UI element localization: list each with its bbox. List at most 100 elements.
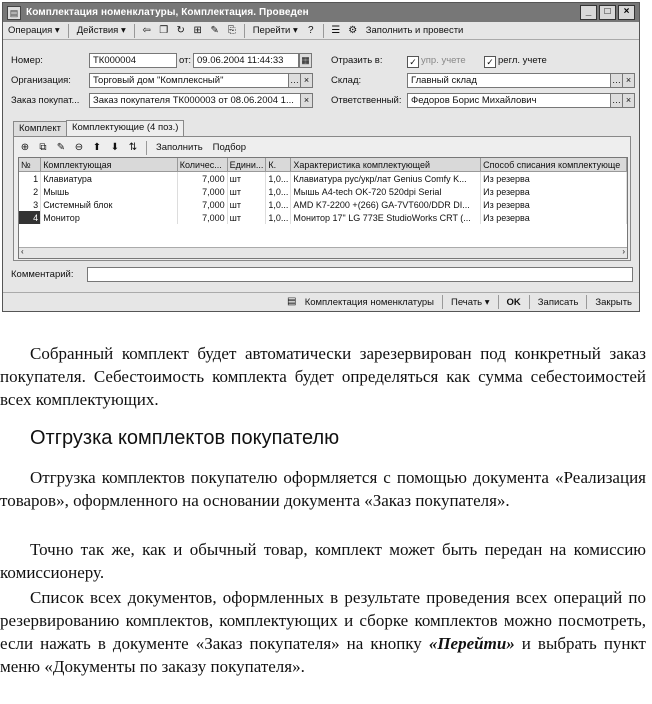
back-arrow-icon[interactable]: ⇦ bbox=[140, 24, 154, 38]
print-menu[interactable]: Печать ▾ bbox=[448, 295, 493, 310]
component-cell[interactable]: Монитор bbox=[40, 211, 178, 224]
unit-cell[interactable]: шт bbox=[227, 185, 267, 198]
characteristic-cell[interactable]: AMD K7-2200 +(266) GA-7VT600/DDR DI... bbox=[290, 198, 482, 211]
unit-cell[interactable]: шт bbox=[227, 198, 267, 211]
regl-checkbox[interactable]: ✓ bbox=[484, 56, 496, 68]
column-header[interactable]: К. bbox=[265, 158, 292, 172]
column-header[interactable]: Характеристика комплектующей bbox=[290, 158, 482, 172]
document-list-icon[interactable]: ☰ bbox=[329, 24, 343, 38]
tab-components[interactable]: Комплектующие (4 поз.) bbox=[65, 120, 185, 136]
column-header[interactable]: № bbox=[19, 158, 42, 172]
goto-button-reference: «Перейти» bbox=[428, 634, 515, 653]
clear-icon[interactable]: × bbox=[622, 73, 635, 88]
warehouse-field[interactable]: Главный склад bbox=[407, 73, 611, 88]
coefficient-cell[interactable]: 1,0... bbox=[265, 171, 292, 185]
components-panel: ⊕ ⧉ ✎ ⊖ ⬆ ⬇ ⇅ Заполнить Подбор № Комплек… bbox=[13, 136, 631, 261]
ok-button[interactable]: OK bbox=[504, 295, 524, 310]
unit-cell[interactable]: шт bbox=[227, 171, 267, 185]
close-window-button[interactable]: × bbox=[618, 5, 635, 20]
column-header[interactable]: Комплектующая bbox=[40, 158, 178, 172]
component-cell[interactable]: Мышь bbox=[40, 185, 178, 198]
window-title: Комплектация номенклатуры, Комплектация.… bbox=[26, 7, 309, 18]
number-field[interactable]: ТК000004 bbox=[89, 53, 177, 68]
toolbar-divider bbox=[67, 23, 69, 38]
characteristic-cell[interactable]: Клавиатура рус/укр/лат Genius Comfy K... bbox=[290, 171, 482, 185]
add-row-icon[interactable]: ⊕ bbox=[18, 141, 32, 155]
post-icon[interactable]: ⎘ bbox=[225, 24, 239, 38]
refresh-icon[interactable]: ↻ bbox=[174, 24, 188, 38]
column-header[interactable]: Способ списания комплектующе bbox=[480, 158, 627, 172]
maximize-button[interactable]: □ bbox=[599, 5, 616, 20]
clear-icon[interactable]: × bbox=[300, 93, 313, 108]
component-cell[interactable]: Клавиатура bbox=[40, 171, 178, 185]
coefficient-cell[interactable]: 1,0... bbox=[265, 185, 292, 198]
row-number: 1 bbox=[19, 171, 42, 185]
kit-report-button[interactable]: Комплектация номенклатуры bbox=[302, 295, 437, 310]
goto-menu[interactable]: Перейти ▾ bbox=[250, 23, 301, 38]
select-items-button[interactable]: Подбор bbox=[210, 140, 249, 155]
tab-kit[interactable]: Комплект bbox=[13, 121, 67, 136]
toolbar-divider bbox=[497, 295, 499, 309]
quantity-cell[interactable]: 7,000 bbox=[177, 171, 228, 185]
fill-post-icon[interactable]: ⚙ bbox=[346, 24, 360, 38]
scroll-right-icon[interactable]: › bbox=[622, 247, 625, 256]
column-header[interactable]: Количес... bbox=[177, 158, 228, 172]
move-down-icon[interactable]: ⬇ bbox=[108, 141, 122, 155]
scroll-left-icon[interactable]: ‹ bbox=[21, 247, 24, 256]
delete-row-icon[interactable]: ⊖ bbox=[72, 141, 86, 155]
clear-icon[interactable]: × bbox=[622, 93, 635, 108]
edit-row-icon[interactable]: ✎ bbox=[54, 141, 68, 155]
component-cell[interactable]: Системный блок bbox=[40, 198, 178, 211]
unit-cell[interactable]: шт bbox=[227, 211, 267, 224]
operation-menu[interactable]: Операция ▾ bbox=[5, 23, 63, 38]
close-button[interactable]: Закрыть bbox=[592, 295, 635, 310]
coefficient-cell[interactable]: 1,0... bbox=[265, 198, 292, 211]
fill-button[interactable]: Заполнить bbox=[153, 140, 206, 155]
document-icon: ▤ bbox=[7, 5, 21, 20]
writeoff-cell[interactable]: Из резерва bbox=[480, 185, 627, 198]
sort-icon[interactable]: ⇅ bbox=[126, 141, 140, 155]
characteristic-cell[interactable]: Мышь A4-tech OK-720 520dpi Serial bbox=[290, 185, 482, 198]
clear-icon[interactable]: × bbox=[300, 73, 313, 88]
copy-icon[interactable]: ❐ bbox=[157, 24, 171, 38]
actions-menu[interactable]: Действия ▾ bbox=[74, 23, 129, 38]
order-field[interactable]: Заказ покупателя ТК000003 от 08.06.2004 … bbox=[89, 93, 301, 108]
structure-icon[interactable]: ⊞ bbox=[191, 24, 205, 38]
date-field[interactable]: 09.06.2004 11:44:33 bbox=[193, 53, 299, 68]
upr-checkbox[interactable]: ✓ bbox=[407, 56, 419, 68]
responsible-field[interactable]: Федоров Борис Михайлович bbox=[407, 93, 611, 108]
table-row[interactable]: 2 Мышь 7,000 шт 1,0... Мышь A4-tech OK-7… bbox=[19, 185, 627, 198]
toolbar-divider bbox=[528, 295, 530, 309]
horizontal-scrollbar[interactable]: ‹ › bbox=[19, 247, 627, 258]
writeoff-cell[interactable]: Из резерва bbox=[480, 171, 627, 185]
toolbar-divider bbox=[586, 295, 588, 309]
toolbar-divider bbox=[146, 140, 147, 155]
coefficient-cell[interactable]: 1,0... bbox=[265, 211, 292, 224]
table-row[interactable]: 3 Системный блок 7,000 шт 1,0... AMD K7-… bbox=[19, 198, 627, 211]
calendar-icon[interactable]: ▦ bbox=[299, 53, 312, 68]
copy-row-icon[interactable]: ⧉ bbox=[36, 141, 50, 155]
date-label: от: bbox=[179, 55, 192, 66]
help-icon[interactable]: ? bbox=[304, 24, 318, 38]
table-row[interactable]: 1 Клавиатура 7,000 шт 1,0... Клавиатура … bbox=[19, 171, 627, 185]
quantity-cell[interactable]: 7,000 bbox=[177, 185, 228, 198]
comment-label: Комментарий: bbox=[11, 269, 74, 280]
edit-icon[interactable]: ✎ bbox=[208, 24, 222, 38]
table-header-row: № Комплектующая Количес... Едини... К. Х… bbox=[19, 158, 627, 172]
table-row[interactable]: 4 Монитор 7,000 шт 1,0... Монитор 17" LG… bbox=[19, 211, 627, 224]
quantity-cell[interactable]: 7,000 bbox=[177, 198, 228, 211]
save-button[interactable]: Записать bbox=[535, 295, 582, 310]
writeoff-cell[interactable]: Из резерва bbox=[480, 198, 627, 211]
comment-field[interactable] bbox=[87, 267, 633, 282]
characteristic-cell[interactable]: Монитор 17" LG 773E StudioWorks CRT (... bbox=[290, 211, 482, 224]
section-heading: Отгрузка комплектов покупателю bbox=[30, 427, 340, 449]
fill-and-post-button[interactable]: Заполнить и провести bbox=[363, 23, 467, 38]
report-icon[interactable]: ▤ bbox=[285, 295, 299, 309]
quantity-cell[interactable]: 7,000 bbox=[177, 211, 228, 224]
column-header[interactable]: Едини... bbox=[227, 158, 267, 172]
minimize-button[interactable]: _ bbox=[580, 5, 597, 20]
organization-field[interactable]: Торговый дом "Комплексный" bbox=[89, 73, 289, 88]
writeoff-cell[interactable]: Из резерва bbox=[480, 211, 627, 224]
document-window: ▤ Комплектация номенклатуры, Комплектаци… bbox=[2, 2, 640, 312]
move-up-icon[interactable]: ⬆ bbox=[90, 141, 104, 155]
